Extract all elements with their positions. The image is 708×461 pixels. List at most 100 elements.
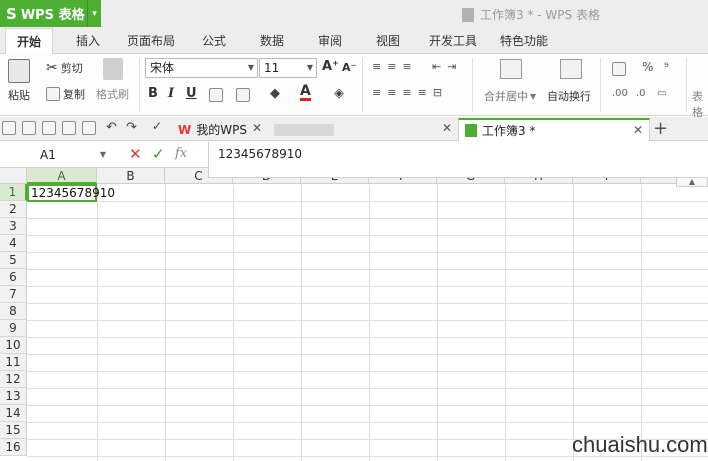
confirm-icon[interactable]: ✓: [152, 145, 165, 163]
grid-line: [27, 201, 708, 202]
font-name-select[interactable]: 宋体 ▼: [145, 58, 258, 78]
cut-label: 剪切: [60, 62, 83, 75]
row-header[interactable]: 14: [0, 405, 27, 422]
chevron-down-icon: ▼: [306, 63, 313, 72]
select-all-corner[interactable]: [0, 168, 27, 184]
decrease-decimal-icon[interactable]: .0: [636, 88, 646, 99]
thousands-separator-button[interactable]: ⁹: [664, 60, 669, 74]
row-header[interactable]: 12: [0, 371, 27, 388]
row-header[interactable]: 10: [0, 337, 27, 354]
underline-button[interactable]: U: [186, 86, 197, 101]
wrap-text-button[interactable]: 自动换行: [547, 88, 591, 104]
wps-logo-icon: W: [178, 122, 192, 137]
print-icon[interactable]: [62, 121, 76, 135]
customize-toolbar-icon[interactable]: ✓: [152, 119, 162, 133]
cell-style-icon[interactable]: [236, 88, 250, 102]
grid-line: [233, 185, 234, 461]
indent-icons[interactable]: ⇤⇥: [432, 60, 462, 73]
tab-special-features[interactable]: 特色功能: [494, 28, 554, 54]
merge-center-button[interactable]: 合并居中 ▼: [484, 88, 536, 104]
format-painter-button[interactable]: 格式刷: [96, 58, 129, 102]
italic-button[interactable]: I: [168, 86, 174, 101]
tab-view[interactable]: 视图: [366, 28, 410, 54]
row-header[interactable]: 6: [0, 269, 27, 286]
export-pdf-icon[interactable]: [42, 121, 56, 135]
tab-formulas[interactable]: 公式: [192, 28, 236, 54]
copy-icon: [46, 87, 60, 101]
copy-button[interactable]: 复制: [46, 86, 85, 102]
tab-review[interactable]: 审阅: [308, 28, 352, 54]
row-header[interactable]: 1: [0, 184, 27, 201]
vertical-align-icons[interactable]: ≡≡≡: [372, 60, 418, 73]
save-icon[interactable]: [22, 121, 36, 135]
scroll-up-icon[interactable]: ▲: [676, 177, 708, 187]
tab-blurred-document[interactable]: ✕: [268, 118, 458, 141]
bold-button[interactable]: B: [148, 86, 158, 101]
grid-line: [27, 286, 708, 287]
number-format-icon[interactable]: [612, 62, 626, 76]
row-header[interactable]: 5: [0, 252, 27, 269]
row-header[interactable]: 9: [0, 320, 27, 337]
increase-decimal-icon[interactable]: .00: [612, 88, 628, 99]
fill-color-icon[interactable]: ◆: [270, 86, 280, 101]
tab-developer[interactable]: 开发工具: [424, 28, 482, 54]
grid-line: [27, 337, 708, 338]
undo-icon[interactable]: ↶: [106, 120, 117, 135]
grid-line: [27, 235, 708, 236]
close-icon[interactable]: ✕: [442, 121, 452, 135]
tab-my-wps[interactable]: W 我的WPS ✕: [172, 118, 268, 141]
row-header[interactable]: 8: [0, 303, 27, 320]
row-header[interactable]: 15: [0, 422, 27, 439]
row-header[interactable]: 4: [0, 235, 27, 252]
app-menu-button[interactable]: S WPS 表格 ▾: [0, 0, 101, 27]
grid-line: [27, 269, 708, 270]
row-header[interactable]: 2: [0, 201, 27, 218]
chevron-down-icon: ▼: [247, 63, 254, 72]
name-box[interactable]: A1 ▼: [2, 144, 110, 166]
tab-workbook3-label: 工作簿3 *: [482, 124, 536, 138]
number-format-misc-icon[interactable]: ▭: [657, 88, 666, 99]
grow-font-button[interactable]: A⁺: [322, 59, 339, 74]
grid-line: [27, 422, 708, 423]
cut-button[interactable]: ✂ 剪切: [46, 60, 83, 76]
borders-icon[interactable]: [209, 88, 223, 102]
horizontal-align-icons[interactable]: ≡≡≡≡⊟: [372, 86, 448, 99]
row-header[interactable]: 11: [0, 354, 27, 371]
tab-home[interactable]: 开始: [5, 28, 53, 55]
grid-line: [27, 218, 708, 219]
formula-input[interactable]: 12345678910: [208, 142, 708, 178]
tab-page-layout[interactable]: 页面布局: [121, 28, 181, 54]
chevron-down-icon[interactable]: ▾: [87, 0, 101, 27]
close-icon[interactable]: ✕: [633, 123, 643, 137]
clear-format-icon[interactable]: ◈: [334, 86, 344, 101]
redo-icon[interactable]: ↷: [126, 120, 137, 135]
row-header[interactable]: 16: [0, 439, 27, 456]
paste-button[interactable]: 粘贴: [8, 59, 30, 103]
shrink-font-button[interactable]: A⁻: [342, 61, 356, 74]
tab-insert[interactable]: 插入: [66, 28, 110, 54]
document-tab-bar: ↶ ↷ ✓ W 我的WPS ✕ ✕ 工作簿3 * ✕ +: [0, 117, 708, 141]
tab-workbook3[interactable]: 工作簿3 * ✕: [458, 118, 650, 141]
font-color-icon[interactable]: A: [300, 84, 311, 101]
cancel-icon[interactable]: ✕: [129, 145, 142, 163]
row-header[interactable]: 13: [0, 388, 27, 405]
insert-function-icon[interactable]: fx: [175, 146, 187, 161]
tab-data[interactable]: 数据: [250, 28, 294, 54]
menu-tabs: 开始 插入 页面布局 公式 数据 审阅 视图 开发工具 特色功能: [0, 28, 708, 55]
table-style-label[interactable]: 表格: [692, 88, 708, 120]
wps-logo-icon: S: [6, 4, 17, 23]
column-header-a[interactable]: A: [27, 168, 97, 184]
format-painter-label: 格式刷: [96, 88, 129, 101]
new-tab-icon[interactable]: +: [653, 118, 668, 139]
close-icon[interactable]: ✕: [252, 121, 262, 135]
name-box-value: A1: [40, 148, 56, 162]
print-preview-icon[interactable]: [82, 121, 96, 135]
font-size-select[interactable]: 11 ▼: [259, 58, 317, 78]
spreadsheet-file-icon: [462, 7, 474, 22]
open-folder-icon[interactable]: [2, 121, 16, 135]
row-header[interactable]: 3: [0, 218, 27, 235]
copy-label: 复制: [63, 88, 85, 101]
row-header[interactable]: 7: [0, 286, 27, 303]
column-header-b[interactable]: B: [97, 168, 165, 184]
percent-button[interactable]: %: [642, 60, 653, 74]
